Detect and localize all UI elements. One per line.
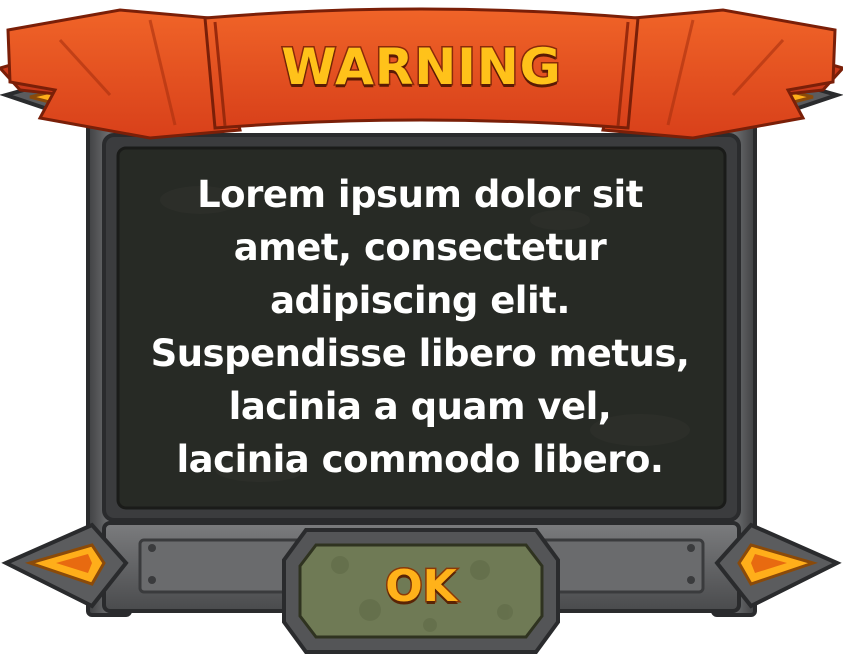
ok-button[interactable]: OK	[284, 527, 558, 653]
dialog-title: WARNING	[280, 37, 562, 98]
dialog-message: Lorem ipsum dolor sit amet, consectetur …	[150, 173, 690, 481]
ok-button-label: OK	[384, 560, 459, 614]
warning-dialog: WARNING Lorem ipsum dolor sit amet, cons…	[0, 0, 843, 661]
